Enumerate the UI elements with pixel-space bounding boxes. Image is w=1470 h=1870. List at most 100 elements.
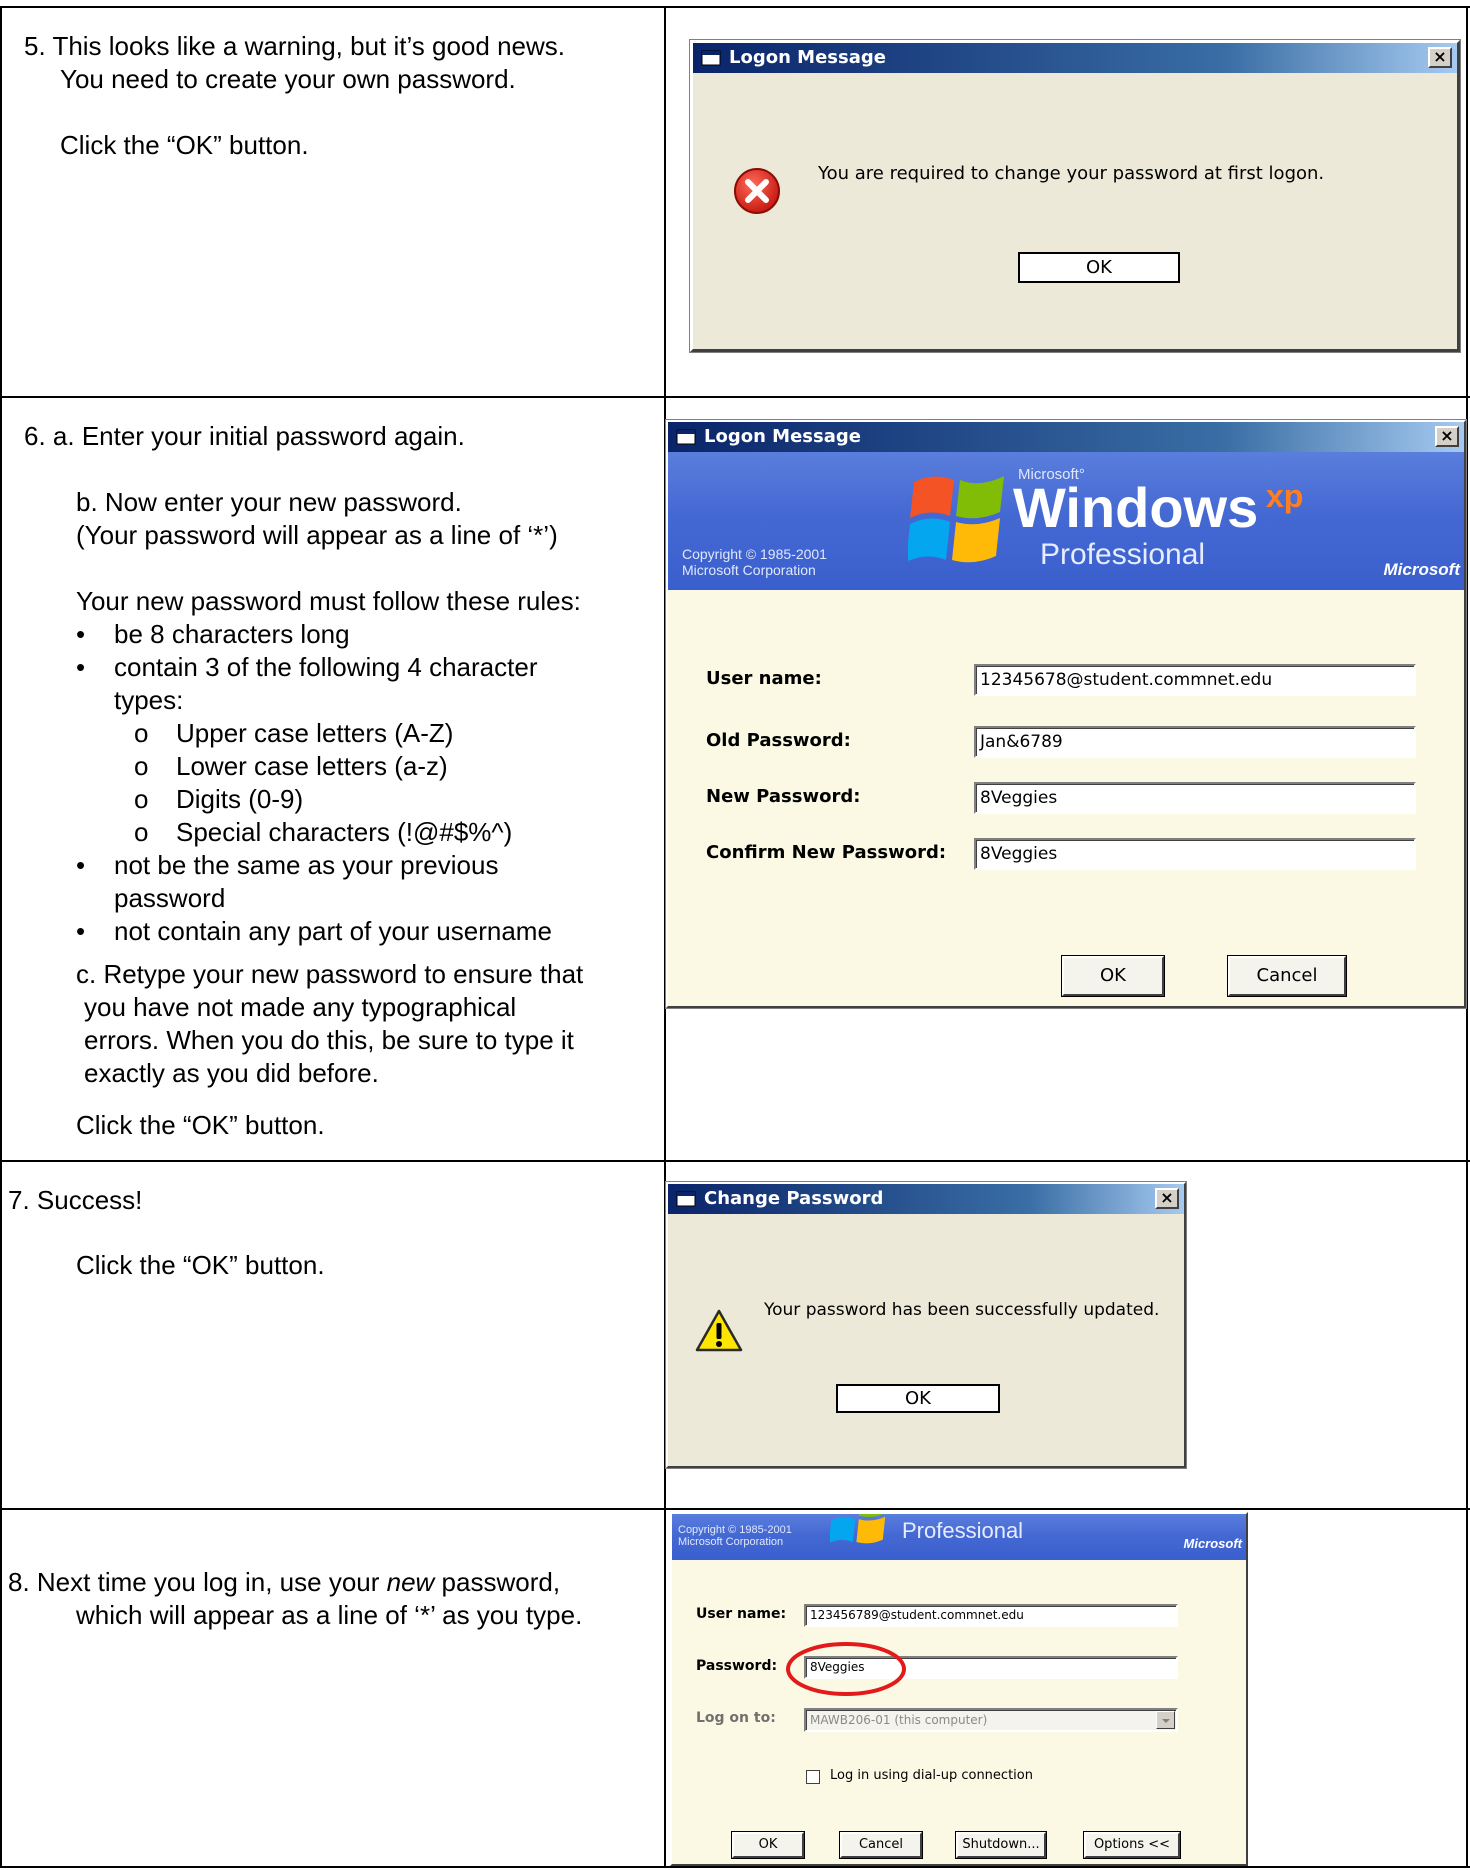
dialog-message: Your password has been successfully upda… xyxy=(764,1300,1160,1320)
error-icon xyxy=(734,168,780,214)
rule-bullet: not be the same as your previous xyxy=(66,849,654,882)
step-5-line: 5. This looks like a warning, but it’s g… xyxy=(24,31,565,61)
old-password-field[interactable]: Jan&6789 xyxy=(974,726,1416,758)
step-5-line: You need to create your own password. xyxy=(60,64,516,94)
step-8-line: which will appear as a line of ‘*’ as yo… xyxy=(76,1600,583,1630)
dialog-titlebar: Logon Message × xyxy=(693,43,1457,73)
user-name-field[interactable]: 12345678@student.commnet.edu xyxy=(974,664,1416,696)
new-password-label: New Password: xyxy=(706,786,861,807)
copyright-line: Copyright © 1985-2001 xyxy=(682,546,827,562)
highlight-circle xyxy=(786,1642,906,1696)
cancel-button[interactable]: Cancel xyxy=(1228,956,1346,996)
rule-bullet: contain 3 of the following 4 character xyxy=(66,651,654,684)
window-icon xyxy=(676,429,696,445)
step-6-line: (Your password will appear as a line of … xyxy=(76,520,558,550)
user-name-label: User name: xyxy=(706,668,822,689)
password-label: Password: xyxy=(696,1658,778,1674)
change-password-logon-dialog: Logon Message × Microsoft° Windows xp Pr… xyxy=(666,420,1466,1008)
windows-wordmark: Windows xyxy=(1013,476,1259,539)
professional-label: Professional xyxy=(902,1518,1024,1543)
rule-sub-item: Lower case letters (a-z) xyxy=(66,750,654,783)
copyright-line: Microsoft Corporation xyxy=(682,562,816,578)
log-on-to-select[interactable]: MAWB206-01 (this computer) xyxy=(804,1708,1178,1732)
login-form: User name: 123456789@student.commnet.edu… xyxy=(672,1560,1246,1864)
rule-sub-item: Special characters (!@#$%^) xyxy=(66,816,654,849)
step-6-line: 6. a. Enter your initial password again. xyxy=(24,421,465,451)
table-border-top xyxy=(0,6,1470,8)
table-border-bottom xyxy=(0,1866,1470,1868)
shutdown-button[interactable]: Shutdown... xyxy=(956,1832,1046,1858)
new-password-field[interactable]: 8Veggies xyxy=(974,782,1416,814)
microsoft-logo-text: Microsoft xyxy=(1383,560,1461,579)
table-border-left xyxy=(0,6,2,1868)
dialog-titlebar: Logon Message × xyxy=(668,422,1464,452)
dialog-titlebar: Change Password × xyxy=(668,1184,1184,1214)
step-6-line: errors. When you do this, be sure to typ… xyxy=(84,1025,574,1055)
close-icon[interactable]: × xyxy=(1428,47,1452,68)
step-6-line: Your new password must follow these rule… xyxy=(76,586,581,616)
windows-flag-icon xyxy=(908,476,1004,563)
close-icon[interactable]: × xyxy=(1435,426,1459,447)
row-divider xyxy=(0,396,1470,398)
user-name-label: User name: xyxy=(696,1606,787,1622)
user-name-field[interactable]: 123456789@student.commnet.edu xyxy=(804,1604,1178,1627)
step-8-emphasis: new xyxy=(386,1567,435,1597)
rule-bullet: be 8 characters long xyxy=(66,618,654,651)
dropdown-arrow-icon[interactable] xyxy=(1156,1711,1175,1729)
rule-bullet: not contain any part of your username xyxy=(66,915,654,948)
step-7-title: 7. Success! xyxy=(8,1185,143,1215)
step-5-line: Click the “OK” button. xyxy=(60,130,309,160)
copyright: Copyright © 1985-2001 Microsoft Corporat… xyxy=(682,546,827,578)
rule-continued: password xyxy=(114,883,226,913)
step-8-line: 8. Next time you log in, use your new pa… xyxy=(8,1566,658,1599)
dialog-message: You are required to change your password… xyxy=(818,163,1325,184)
copyright-line: Copyright © 1985-2001 xyxy=(678,1524,792,1536)
step-5-text: 5. This looks like a warning, but it’s g… xyxy=(24,30,654,162)
step-6-line: b. Now enter your new password. xyxy=(76,487,462,517)
microsoft-logo-text: Microsoft xyxy=(1183,1536,1243,1551)
log-on-to-value: MAWB206-01 (this computer) xyxy=(810,1713,988,1727)
windows-flag-icon xyxy=(830,1514,886,1544)
dialog-title: Logon Message xyxy=(729,47,886,68)
xp-banner: Professional Copyright © 1985-2001 Micro… xyxy=(672,1514,1246,1560)
ok-button[interactable]: OK xyxy=(836,1384,1000,1413)
professional-label: Professional xyxy=(1040,538,1206,571)
step-8-text-pre: 8. Next time you log in, use your xyxy=(8,1567,387,1597)
change-password-dialog: Change Password × Your password has been… xyxy=(666,1182,1186,1468)
step-6-line: exactly as you did before. xyxy=(84,1058,379,1088)
copyright: Copyright © 1985-2001 Microsoft Corporat… xyxy=(678,1524,792,1548)
step-6-click-ok: Click the “OK” button. xyxy=(76,1110,325,1140)
dialog-title: Logon Message xyxy=(704,426,861,447)
log-on-to-label: Log on to: xyxy=(696,1710,776,1726)
rule-continued: types: xyxy=(114,685,184,715)
rule-sub-item: Digits (0-9) xyxy=(66,783,654,816)
old-password-label: Old Password: xyxy=(706,730,851,751)
xp-banner: Microsoft° Windows xp Professional Copyr… xyxy=(668,452,1464,590)
ok-button[interactable]: OK xyxy=(732,1832,804,1858)
logon-form: User name: 12345678@student.commnet.edu … xyxy=(668,590,1464,1006)
window-icon xyxy=(676,1191,696,1207)
copyright-line: Microsoft Corporation xyxy=(678,1536,784,1548)
options-button[interactable]: Options << xyxy=(1084,1832,1180,1858)
logon-message-dialog: Logon Message × You are required to chan… xyxy=(690,40,1460,352)
row-divider xyxy=(0,1508,1470,1510)
step-8-text-post: password, xyxy=(434,1567,561,1597)
step-8-text: 8. Next time you log in, use your new pa… xyxy=(8,1566,658,1632)
close-icon[interactable]: × xyxy=(1155,1188,1179,1209)
step-6-line: c. Retype your new password to ensure th… xyxy=(76,959,584,989)
table-border-right xyxy=(1466,6,1468,1868)
confirm-password-label: Confirm New Password: xyxy=(706,842,947,863)
ok-button[interactable]: OK xyxy=(1062,956,1164,996)
rule-sub-item: Upper case letters (A-Z) xyxy=(66,717,654,750)
step-7-click-ok: Click the “OK” button. xyxy=(76,1250,325,1280)
step-6-text: 6. a. Enter your initial password again.… xyxy=(24,420,654,1090)
step-6-line: you have not made any typographical xyxy=(84,992,517,1022)
xp-wordmark: xp xyxy=(1266,478,1304,514)
confirm-password-field[interactable]: 8Veggies xyxy=(974,838,1416,870)
dialog-title: Change Password xyxy=(704,1188,884,1209)
warning-icon xyxy=(695,1309,743,1352)
cancel-button[interactable]: Cancel xyxy=(840,1832,922,1858)
ok-button[interactable]: OK xyxy=(1018,252,1180,283)
row-divider xyxy=(0,1160,1470,1162)
checkbox-icon[interactable] xyxy=(806,1770,820,1784)
